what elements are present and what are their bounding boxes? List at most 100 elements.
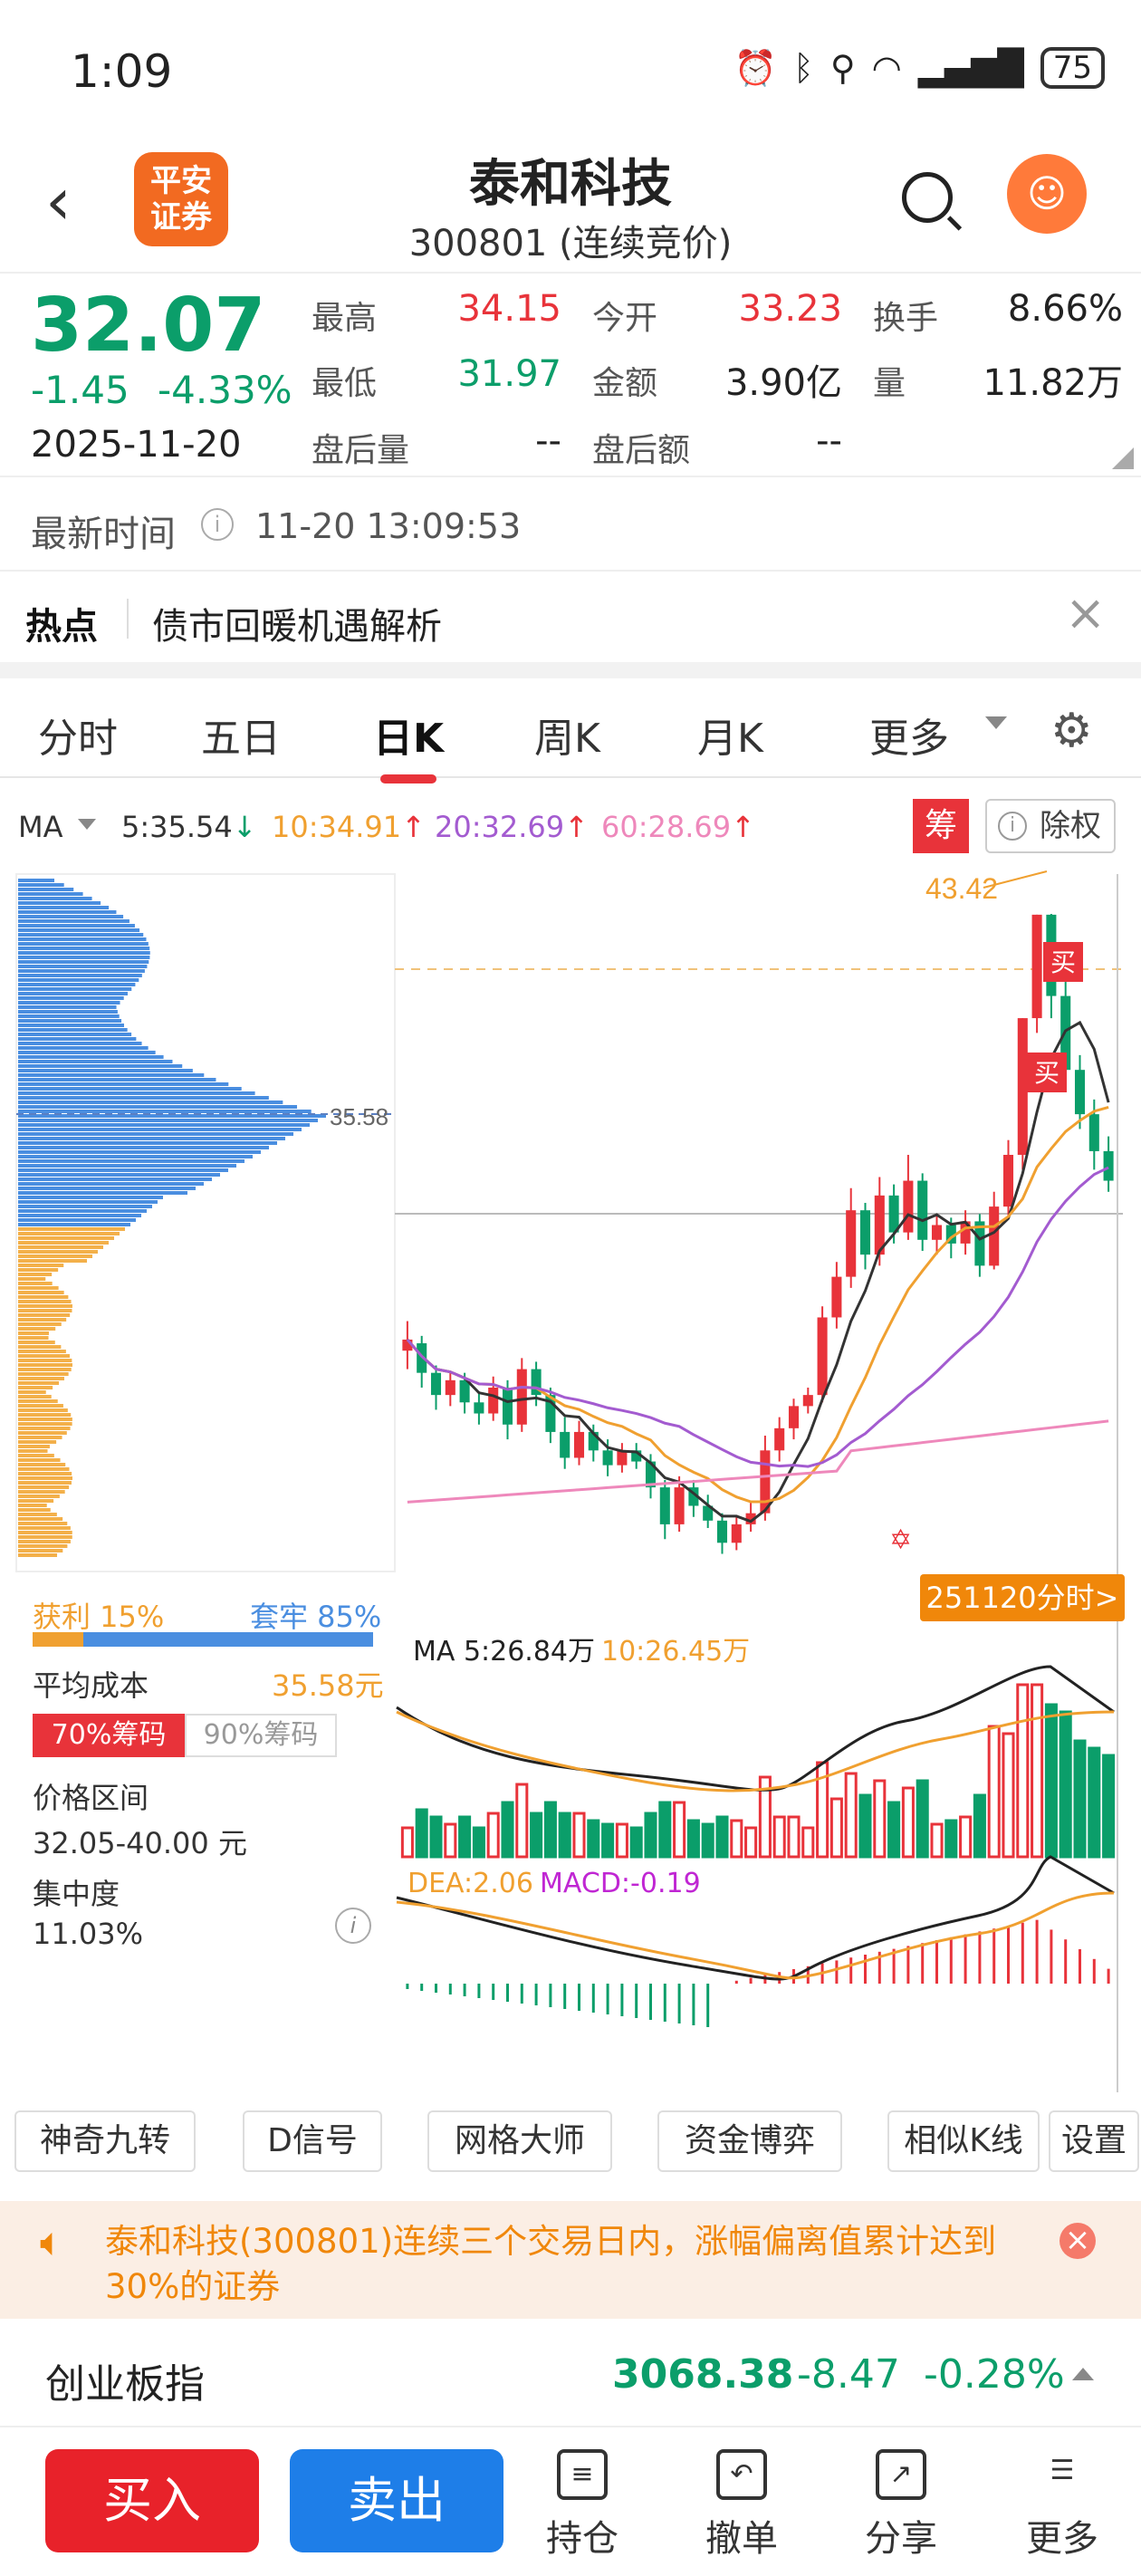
range-label: 价格区间	[33, 1781, 149, 1815]
volume-bars	[400, 1683, 1116, 1859]
volume-bar	[515, 1783, 529, 1859]
chip-bar	[18, 1327, 56, 1331]
high-price-label: 43.42	[925, 872, 998, 905]
holdings-button[interactable]: ≡ 持仓	[532, 2449, 632, 2562]
close-icon[interactable]: ×	[1060, 2223, 1096, 2259]
chip-bar	[18, 906, 110, 909]
speaker-icon: 🔈︎	[40, 2219, 64, 2265]
kline-svg[interactable]: 35.58 43.42 买 买 ✡	[0, 851, 1141, 2092]
chevron-down-icon[interactable]	[985, 716, 1007, 729]
amount-label: 金额	[592, 365, 658, 402]
tab-daily-k[interactable]: 日K	[373, 706, 444, 783]
buy-button[interactable]: 买入	[45, 2449, 259, 2552]
risk-notice[interactable]: 🔈︎ 泰和科技(300801)连续三个交易日内，涨幅偏离值累计达到30%的证券 …	[0, 2201, 1141, 2319]
more-button[interactable]: ☰ 更多	[1012, 2449, 1112, 2562]
cancel-order-button[interactable]: ↶ 撤单	[692, 2449, 791, 2562]
intraday-link-button[interactable]: 251120分时>	[920, 1574, 1125, 1621]
gear-icon[interactable]: ⚙	[1050, 704, 1093, 758]
volume-bar	[730, 1819, 743, 1859]
volume-bar	[1031, 1683, 1044, 1859]
volume-bar	[801, 1826, 815, 1859]
volume-bar	[744, 1826, 758, 1859]
info-icon: i	[998, 812, 1027, 841]
chip-bar	[18, 1345, 62, 1349]
volume-label: 量	[873, 365, 906, 402]
chip-bar	[18, 888, 74, 891]
chip70-button[interactable]: 70%筹码	[33, 1714, 185, 1757]
ma-dropdown-icon[interactable]	[78, 819, 96, 830]
chip-bar	[18, 883, 64, 887]
tab-monthly-k[interactable]: 月K	[697, 706, 763, 764]
search-icon[interactable]	[902, 172, 953, 223]
chip-bar	[18, 1191, 187, 1195]
open-value: 33.23	[738, 288, 842, 330]
chip-bar	[18, 919, 129, 923]
chip-toggle-button[interactable]: 筹	[913, 799, 969, 853]
chip-bar	[18, 1363, 72, 1367]
chip-bar	[18, 1209, 147, 1213]
tool-settings[interactable]: 设置	[1049, 2110, 1139, 2172]
ma60-line	[407, 1419, 1109, 1504]
volume-bar	[1016, 1683, 1030, 1859]
chip-bar	[18, 1322, 62, 1326]
status-icons: ⏰ ᛒ ⚲ ◠ ▂▄▆█ 75	[734, 47, 1105, 89]
price-change-pct: -4.33%	[158, 368, 292, 412]
kline-chart-area[interactable]: 35.58 43.42 买 买 ✡ 获利 15% 套牢 85% 平均成本 35.…	[0, 851, 1141, 2092]
chevron-up-icon[interactable]	[1072, 2368, 1094, 2380]
assistant-avatar-icon[interactable]: ☺	[1007, 154, 1087, 234]
tab-five-day[interactable]: 五日	[201, 706, 281, 764]
tool-grid-master[interactable]: 网格大师	[427, 2110, 612, 2172]
tool-row: 神奇九转 D信号 网格大师 资金博弈 相似K线 设置	[0, 2110, 1141, 2183]
candle-body	[602, 1450, 613, 1466]
expand-corner-icon[interactable]	[1112, 447, 1134, 469]
tab-weekly-k[interactable]: 周K	[534, 706, 600, 764]
arrow-up-icon: ↑	[731, 810, 755, 844]
tool-similar-k[interactable]: 相似K线	[887, 2110, 1040, 2172]
volume-bar	[644, 1812, 657, 1859]
chip-bar	[18, 974, 142, 977]
tool-magic-nine[interactable]: 神奇九转	[14, 2110, 196, 2172]
tab-more[interactable]: 更多	[869, 706, 949, 764]
chip-bar	[18, 1014, 120, 1018]
chip-bar	[18, 1128, 302, 1131]
candle-body	[903, 1180, 914, 1233]
volume-bar	[629, 1826, 643, 1859]
chip-bar	[18, 1060, 173, 1063]
index-change: -8.47	[797, 2351, 900, 2398]
index-ticker[interactable]: 创业板指 3068.38 -8.47 -0.28%	[0, 2319, 1141, 2427]
volume-bar	[686, 1819, 700, 1859]
hot-label: 热点	[25, 606, 98, 648]
candle-body	[989, 1206, 1000, 1266]
chip-bar	[18, 1155, 253, 1158]
candle-body	[1088, 1114, 1099, 1151]
info-icon[interactable]: i	[335, 1908, 371, 1944]
chip-bar	[18, 1517, 63, 1521]
chip-bar	[18, 996, 124, 1000]
undo-icon: ↶	[716, 2449, 767, 2500]
hot-topic-row[interactable]: 热点 债市回暖机遇解析 ×	[0, 572, 1141, 662]
candle-body	[817, 1317, 828, 1396]
info-icon[interactable]: i	[201, 508, 234, 541]
chip-bar	[18, 1454, 54, 1457]
tool-d-signal[interactable]: D信号	[243, 2110, 382, 2172]
adjust-button[interactable]: i 除权	[985, 799, 1116, 853]
volume-bar	[1059, 1710, 1072, 1859]
avg-cost-value: 35.58元	[272, 1668, 384, 1703]
close-icon[interactable]: ×	[1065, 584, 1106, 641]
ma-selector[interactable]: MA	[18, 810, 63, 844]
buy-marker-2-text: 买	[1034, 1059, 1060, 1087]
chip-bar	[18, 1449, 48, 1453]
chip-bar	[18, 1413, 72, 1417]
chip-bar	[18, 1463, 66, 1466]
latest-time-value: 11-20 13:09:53	[255, 506, 522, 546]
volume-bar	[901, 1786, 915, 1859]
share-button[interactable]: ↗ 分享	[851, 2449, 951, 2562]
sell-button[interactable]: 卖出	[290, 2449, 503, 2552]
vol-ma10-label: 10:26.45万	[601, 1636, 751, 1668]
chip90-button[interactable]: 90%筹码	[185, 1714, 337, 1757]
tab-intraday[interactable]: 分时	[38, 706, 118, 764]
chip-bar	[18, 1404, 63, 1408]
macd-label: MACD:-0.19	[540, 1868, 701, 1899]
tool-fund-battle[interactable]: 资金博弈	[657, 2110, 842, 2172]
chip-bar	[18, 1526, 71, 1530]
